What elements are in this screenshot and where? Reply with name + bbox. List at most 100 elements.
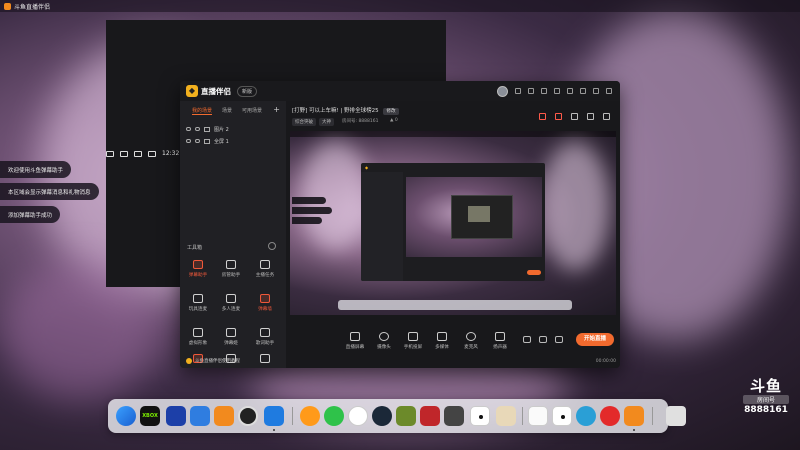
- gift-icon[interactable]: [539, 113, 546, 120]
- wall-icon: [260, 294, 270, 303]
- scene-item[interactable]: 全屏 1: [180, 135, 286, 147]
- camera-button[interactable]: 摄像头: [368, 332, 400, 350]
- record-icon[interactable]: [523, 336, 531, 343]
- tool-danmu-assistant[interactable]: 弹幕助手: [183, 260, 213, 278]
- gear-icon[interactable]: [555, 336, 563, 343]
- tool-virtual-avatar[interactable]: 虚拟形象: [183, 328, 213, 346]
- maximize-icon[interactable]: [593, 88, 599, 94]
- task-icon: [260, 260, 270, 269]
- category-chip[interactable]: 大神: [319, 118, 334, 126]
- screen-capture-button[interactable]: 直播屏幕: [339, 332, 371, 350]
- tool-multi-link[interactable]: 多人连麦: [216, 294, 246, 312]
- tool-label: 虚拟形象: [188, 341, 208, 346]
- scene-item[interactable]: 图片 2: [180, 123, 286, 135]
- notification-text: 欢迎使用斗鱼弹幕助手: [8, 167, 64, 174]
- mail-icon[interactable]: [541, 88, 547, 94]
- minimize-icon[interactable]: [580, 88, 586, 94]
- share-icon[interactable]: [571, 113, 578, 120]
- menubar-app-title[interactable]: 斗鱼直播伴侣: [14, 2, 50, 11]
- folder-app-icon[interactable]: [264, 406, 284, 426]
- add-scene-button[interactable]: +: [273, 106, 280, 115]
- fan-icon[interactable]: [555, 113, 562, 120]
- archive-app-icon[interactable]: [496, 406, 516, 426]
- wechat-app-icon[interactable]: [324, 406, 344, 426]
- wifi-icon[interactable]: [134, 150, 142, 157]
- phone-cast-button[interactable]: 手机投屏: [397, 332, 429, 350]
- action-label: 手机投屏: [403, 345, 423, 350]
- tutorial-link[interactable]: 斗鱼直播伴侣使用教程: [186, 358, 240, 364]
- preview-dock: [338, 300, 572, 310]
- eye-icon[interactable]: [539, 336, 547, 343]
- watermark-room: 8888161: [744, 405, 788, 415]
- tool-label: 主播任务: [255, 273, 275, 278]
- edit-title-button[interactable]: 修改: [383, 108, 399, 115]
- tab-my-scenes[interactable]: 我的场景: [192, 107, 213, 115]
- version-button[interactable]: 新版: [237, 85, 258, 97]
- lock-icon[interactable]: [195, 127, 200, 131]
- app-logo-text: 直播伴侣: [201, 86, 231, 96]
- toolbox-title: 工具箱: [187, 245, 203, 251]
- media-button[interactable]: 多媒体: [426, 332, 458, 350]
- eye-icon[interactable]: [186, 139, 191, 143]
- douyu-app-icon-2[interactable]: [624, 406, 644, 426]
- app-icon-white[interactable]: [470, 406, 490, 426]
- game-app-icon-3[interactable]: [444, 406, 464, 426]
- room-id: 房间号: 8888161: [342, 119, 379, 124]
- tab-scenes[interactable]: 场景: [222, 107, 232, 115]
- gear-icon[interactable]: [554, 88, 560, 94]
- eye-icon[interactable]: [186, 127, 191, 131]
- microphone-button[interactable]: 麦克风: [455, 332, 487, 350]
- close-icon[interactable]: [606, 88, 612, 94]
- tool-danmu-wall[interactable]: 弹幕墙: [250, 294, 280, 312]
- obs-app-icon[interactable]: [238, 406, 258, 426]
- volume-icon[interactable]: [148, 150, 156, 157]
- game-app-icon-2[interactable]: [420, 406, 440, 426]
- notes-app-icon[interactable]: [300, 406, 320, 426]
- menubar-clock[interactable]: 12:32: [162, 150, 179, 157]
- xbox-app-icon[interactable]: XBOX: [140, 406, 160, 426]
- shirt-icon[interactable]: [528, 88, 534, 94]
- settings-icon[interactable]: [603, 113, 610, 120]
- menu-icon[interactable]: [567, 88, 573, 94]
- start-live-button[interactable]: 开始直播: [576, 333, 614, 346]
- tool-room-manager[interactable]: 房管助手: [216, 260, 246, 278]
- steam-app-icon[interactable]: [372, 406, 392, 426]
- tool-host-tasks[interactable]: 主播任务: [250, 260, 280, 278]
- tool-toy-link[interactable]: 玩具连麦: [183, 294, 213, 312]
- stream-preview[interactable]: ◆: [290, 131, 616, 315]
- room-title[interactable]: [打野] 可以上车嘛! | 野排全球榜25 修改: [292, 106, 399, 115]
- scene-tabs: 我的场景 场景 可用场景 +: [180, 101, 286, 115]
- nested-left-panel: [361, 172, 403, 281]
- tool-lyrics[interactable]: 歌词助手: [250, 328, 280, 346]
- control-center-icon[interactable]: [106, 150, 114, 157]
- netease-music-icon[interactable]: [600, 406, 620, 426]
- category-chip[interactable]: 综合突破: [292, 118, 316, 126]
- avatar[interactable]: [497, 85, 508, 97]
- tab-available-scenes[interactable]: 可用场景: [242, 107, 262, 115]
- tool-more-3[interactable]: [250, 354, 280, 366]
- bell-icon[interactable]: [587, 113, 594, 120]
- preview-notification: [292, 197, 326, 204]
- game-app-icon[interactable]: [396, 406, 416, 426]
- tool-danmu-ji[interactable]: 弹幕姬: [216, 328, 246, 346]
- recycle-bin-icon[interactable]: [666, 406, 686, 426]
- edge-browser-icon[interactable]: [116, 406, 136, 426]
- document-icon[interactable]: [528, 406, 548, 426]
- battery-icon[interactable]: [120, 150, 128, 157]
- douyu-app-icon[interactable]: [214, 406, 234, 426]
- nested-window-2: [451, 195, 513, 239]
- lyrics-icon: [260, 328, 270, 337]
- app-icon-blue[interactable]: [576, 406, 596, 426]
- speaker-button[interactable]: 扬声器: [484, 332, 516, 350]
- app-icon-white-2[interactable]: [552, 406, 572, 426]
- douyu-app-icon[interactable]: [4, 2, 11, 10]
- headset-icon[interactable]: [515, 88, 521, 94]
- settings-app-icon[interactable]: [190, 406, 210, 426]
- rocket-app-icon[interactable]: [166, 406, 186, 426]
- douyu-watermark: 斗鱼 房间号 8888161: [737, 378, 795, 415]
- running-indicator: [273, 429, 275, 431]
- toolbox-more-icon[interactable]: [268, 242, 276, 250]
- lock-icon[interactable]: [195, 139, 200, 143]
- qq-app-icon[interactable]: [348, 406, 368, 426]
- danmu-notification: 欢迎使用斗鱼弹幕助手: [0, 161, 72, 178]
